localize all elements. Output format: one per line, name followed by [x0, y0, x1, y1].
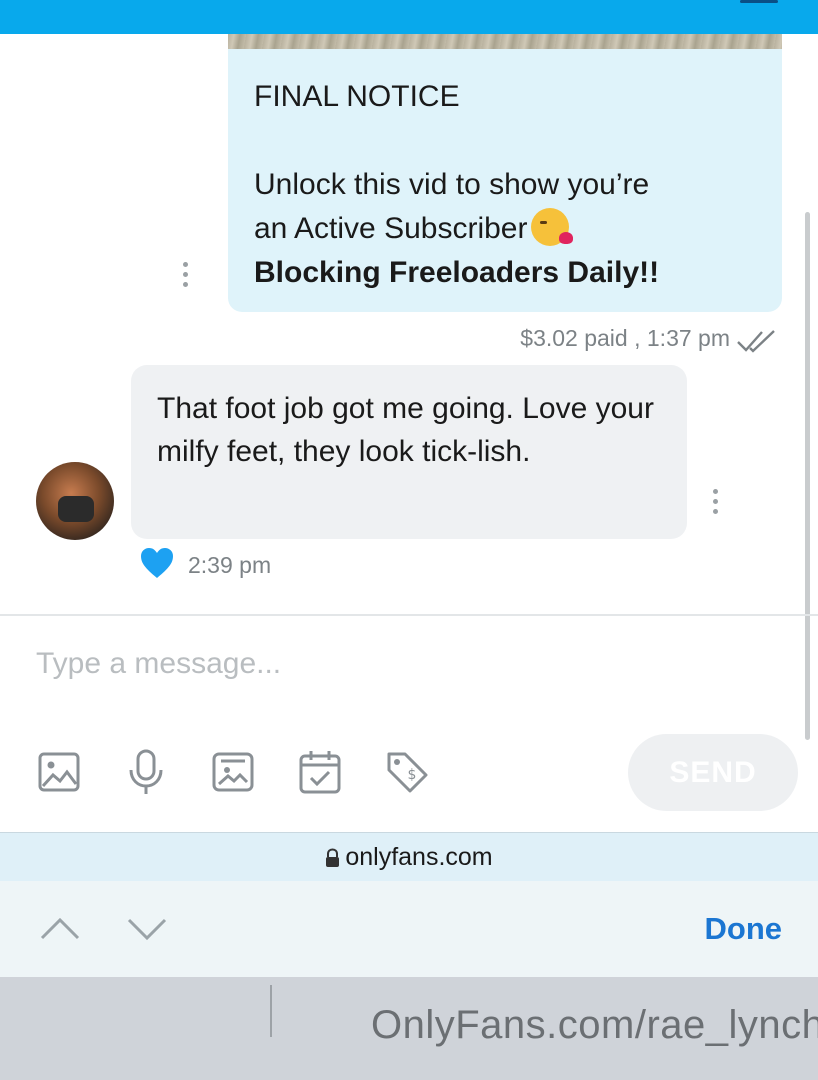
heart-icon[interactable] — [139, 546, 175, 580]
received-message-bubble: That foot job got me going. Love your mi… — [131, 365, 687, 539]
done-button[interactable]: Done — [705, 911, 783, 947]
sent-message-line: an Active Subscriber — [254, 212, 528, 245]
received-message-time: 2:39 pm — [188, 552, 272, 578]
composer-divider — [0, 614, 818, 616]
received-message-text: That foot job got me going. Love your mi… — [157, 392, 654, 468]
sent-message-options-icon[interactable] — [180, 262, 190, 287]
message-input[interactable] — [36, 640, 596, 688]
double-check-icon — [737, 330, 775, 353]
microphone-icon[interactable] — [124, 748, 168, 796]
sent-message-text: FINAL NOTICE Unlock this vid to show you… — [254, 75, 764, 295]
url-text: onlyfans.com — [345, 842, 493, 871]
divider — [270, 985, 272, 1037]
price-tag-icon[interactable]: $ — [385, 748, 429, 796]
svg-text:$: $ — [408, 767, 417, 783]
top-bar — [0, 0, 818, 34]
menu-icon[interactable] — [740, 0, 778, 3]
sent-message-title: FINAL NOTICE — [254, 80, 460, 113]
received-message-options-icon[interactable] — [710, 489, 720, 514]
sent-message-meta: $3.02 paid , 1:37 pm — [520, 325, 730, 351]
chevron-down-icon[interactable] — [125, 912, 169, 944]
scrollbar[interactable] — [805, 212, 810, 740]
sent-message-bold-line: Blocking Freeloaders Daily!! — [254, 256, 660, 289]
video-thumbnail[interactable] — [228, 34, 782, 49]
sent-message-bubble: FINAL NOTICE Unlock this vid to show you… — [228, 49, 782, 312]
kissing-face-emoji-icon — [531, 208, 574, 246]
image-icon[interactable] — [37, 748, 81, 796]
avatar[interactable] — [36, 462, 114, 540]
calendar-icon[interactable] — [298, 748, 342, 796]
watermark: OnlyFans.com/rae_lynch — [371, 1003, 818, 1047]
keyboard-area: OnlyFans.com/rae_lynch — [0, 977, 818, 1080]
address-bar[interactable]: onlyfans.com — [0, 832, 818, 882]
sent-message-line: Unlock this vid to show you’re — [254, 168, 650, 201]
find-toolbar — [0, 881, 818, 977]
lock-icon — [326, 848, 340, 867]
chevron-up-icon[interactable] — [38, 912, 82, 944]
send-button[interactable]: SEND — [628, 734, 798, 811]
vault-icon[interactable] — [211, 748, 255, 796]
